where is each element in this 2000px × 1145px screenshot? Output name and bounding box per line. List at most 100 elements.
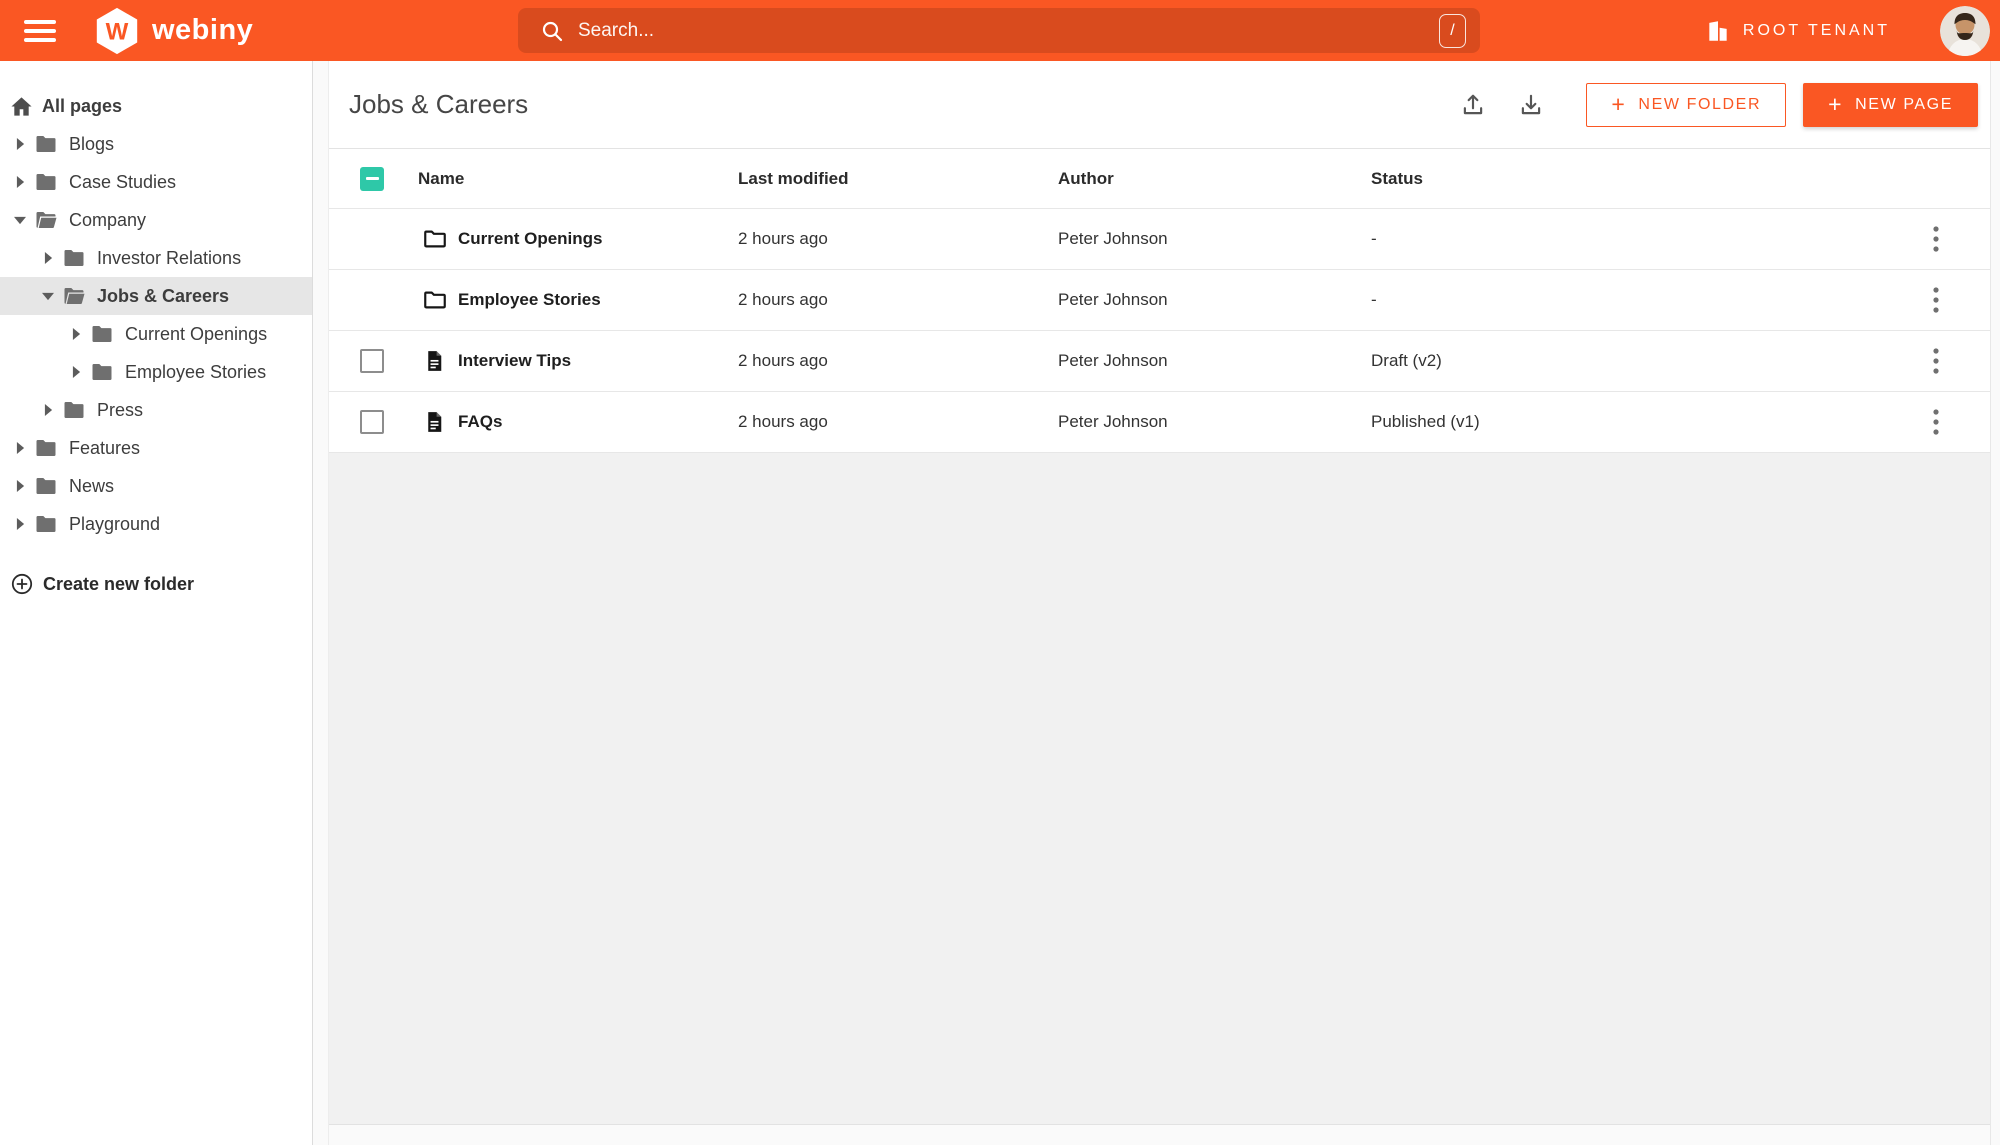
chevron-right-icon[interactable] bbox=[12, 138, 28, 150]
page-title: Jobs & Careers bbox=[349, 89, 529, 119]
sidebar-item-all-pages[interactable]: All pages bbox=[0, 87, 312, 125]
new-folder-button[interactable]: + NEW FOLDER bbox=[1586, 82, 1787, 127]
table-row[interactable]: FAQs 2 hours ago Peter Johnson Published… bbox=[329, 392, 1990, 453]
sidebar-item-current-openings[interactable]: Current Openings bbox=[0, 315, 312, 353]
column-header-modified[interactable]: Last modified bbox=[738, 169, 849, 189]
webiny-logo[interactable]: W webiny bbox=[92, 6, 253, 56]
webiny-hexagon-icon: W bbox=[96, 7, 138, 54]
main-content: Jobs & Careers + NEW FOLDER + NEW PAGE N… bbox=[329, 61, 1990, 1145]
row-modified: 2 hours ago bbox=[738, 351, 828, 370]
row-status: Draft (v2) bbox=[1371, 351, 1442, 370]
chevron-right-icon[interactable] bbox=[40, 252, 56, 264]
sidebar-item-press[interactable]: Press bbox=[0, 391, 312, 429]
sidebar-item-label: Investor Relations bbox=[97, 247, 242, 268]
chevron-right-icon[interactable] bbox=[40, 404, 56, 416]
row-modified: 2 hours ago bbox=[738, 290, 828, 309]
row-status: - bbox=[1371, 229, 1377, 248]
plus-icon: + bbox=[1611, 91, 1627, 117]
sidebar-item-label: Jobs & Careers bbox=[97, 285, 230, 306]
row-menu-button[interactable] bbox=[1926, 347, 1946, 375]
export-pages-button[interactable] bbox=[1456, 88, 1490, 122]
kebab-icon bbox=[1933, 409, 1939, 435]
content-header: Jobs & Careers + NEW FOLDER + NEW PAGE bbox=[329, 61, 1990, 148]
row-menu-button[interactable] bbox=[1926, 286, 1946, 314]
folder-icon bbox=[62, 246, 86, 270]
avatar[interactable] bbox=[1940, 6, 1990, 56]
row-checkbox[interactable] bbox=[360, 349, 384, 373]
row-author: Peter Johnson bbox=[1058, 229, 1168, 248]
building-icon bbox=[1709, 20, 1727, 41]
chevron-down-icon[interactable] bbox=[12, 215, 28, 226]
document-icon bbox=[422, 349, 447, 374]
sidebar-item-features[interactable]: Features bbox=[0, 429, 312, 467]
sidebar-item-label: News bbox=[69, 475, 115, 496]
folder-icon bbox=[34, 512, 58, 536]
tenant-selector[interactable]: ROOT TENANT bbox=[1705, 0, 1890, 61]
new-page-button[interactable]: + NEW PAGE bbox=[1803, 82, 1978, 127]
upload-icon bbox=[1464, 94, 1483, 114]
folder-icon bbox=[90, 322, 114, 346]
new-page-label: NEW PAGE bbox=[1855, 95, 1953, 113]
table-row[interactable]: Employee Stories 2 hours ago Peter Johns… bbox=[329, 270, 1990, 331]
pages-table: Name Last modified Author Status Current… bbox=[329, 148, 1990, 453]
chevron-right-icon[interactable] bbox=[12, 442, 28, 454]
empty-content-area bbox=[329, 453, 1990, 1124]
row-menu-button[interactable] bbox=[1926, 408, 1946, 436]
sidebar-item-jobs-careers[interactable]: Jobs & Careers bbox=[0, 277, 312, 315]
row-name: Current Openings bbox=[458, 229, 603, 248]
plus-icon: + bbox=[1828, 91, 1844, 117]
table-row[interactable]: Interview Tips 2 hours ago Peter Johnson… bbox=[329, 331, 1990, 392]
folder-icon bbox=[34, 132, 58, 156]
table-row[interactable]: Current Openings 2 hours ago Peter Johns… bbox=[329, 209, 1990, 270]
vertical-scrollbar-track[interactable] bbox=[1990, 61, 2000, 1145]
column-header-status[interactable]: Status bbox=[1371, 169, 1423, 189]
column-header-author[interactable]: Author bbox=[1058, 169, 1114, 189]
search-input[interactable] bbox=[578, 19, 1439, 42]
row-checkbox[interactable] bbox=[360, 410, 384, 434]
sidebar-item-investor-relations[interactable]: Investor Relations bbox=[0, 239, 312, 277]
chevron-right-icon[interactable] bbox=[12, 518, 28, 530]
chevron-right-icon[interactable] bbox=[68, 328, 84, 340]
sidebar-item-employee-stories[interactable]: Employee Stories bbox=[0, 353, 312, 391]
sidebar-item-label: All pages bbox=[42, 95, 123, 116]
row-menu-button[interactable] bbox=[1926, 225, 1946, 253]
home-icon bbox=[11, 96, 32, 116]
row-status: Published (v1) bbox=[1371, 412, 1480, 431]
hamburger-menu-icon[interactable] bbox=[24, 19, 56, 42]
select-all-checkbox[interactable] bbox=[360, 166, 384, 191]
sidebar-item-label: Case Studies bbox=[69, 171, 177, 192]
global-search[interactable]: / bbox=[518, 8, 1480, 53]
row-status: - bbox=[1371, 290, 1377, 309]
folder-icon bbox=[90, 360, 114, 384]
sidebar-item-label: Company bbox=[69, 209, 147, 230]
kebab-icon bbox=[1933, 226, 1939, 252]
sidebar-item-label: Press bbox=[97, 399, 144, 420]
svg-text:W: W bbox=[106, 18, 129, 45]
chevron-right-icon[interactable] bbox=[12, 176, 28, 188]
chevron-right-icon[interactable] bbox=[12, 480, 28, 492]
create-new-folder-button[interactable]: Create new folder bbox=[0, 565, 312, 603]
chevron-right-icon[interactable] bbox=[68, 366, 84, 378]
sidebar-item-playground[interactable]: Playground bbox=[0, 505, 312, 543]
horizontal-scrollbar-track[interactable] bbox=[329, 1124, 1990, 1145]
new-folder-label: NEW FOLDER bbox=[1638, 95, 1762, 113]
folder-outline-icon bbox=[422, 287, 448, 313]
chevron-down-icon[interactable] bbox=[40, 291, 56, 302]
sidebar-item-label: Features bbox=[69, 437, 141, 458]
import-pages-button[interactable] bbox=[1514, 88, 1548, 122]
sidebar-item-blogs[interactable]: Blogs bbox=[0, 125, 312, 163]
sidebar-item-company[interactable]: Company bbox=[0, 201, 312, 239]
folder-outline-icon bbox=[422, 226, 448, 252]
tenant-label: ROOT TENANT bbox=[1742, 21, 1890, 39]
folder-icon bbox=[34, 170, 58, 194]
sidebar-item-news[interactable]: News bbox=[0, 467, 312, 505]
sidebar-divider bbox=[312, 61, 329, 1145]
row-modified: 2 hours ago bbox=[738, 229, 828, 248]
folder-icon bbox=[34, 474, 58, 498]
sidebar-item-label: Blogs bbox=[69, 133, 115, 154]
row-author: Peter Johnson bbox=[1058, 290, 1168, 309]
search-icon bbox=[542, 21, 563, 41]
document-icon bbox=[422, 410, 447, 435]
column-header-name[interactable]: Name bbox=[418, 169, 464, 189]
sidebar-item-case-studies[interactable]: Case Studies bbox=[0, 163, 312, 201]
